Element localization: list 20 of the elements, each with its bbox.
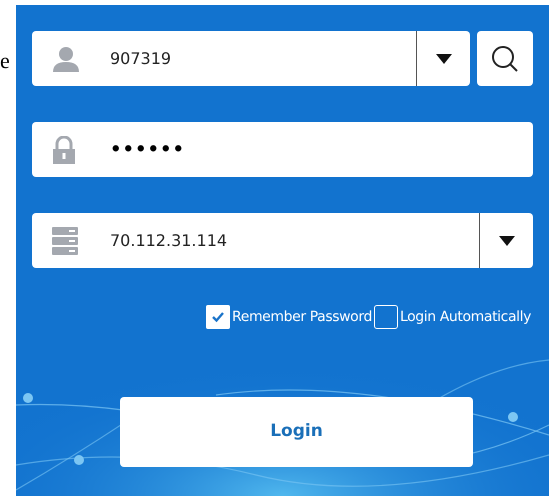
username-field[interactable]: 907319: [32, 31, 470, 86]
login-button[interactable]: Login: [120, 397, 473, 467]
check-icon: [211, 311, 226, 323]
caret-icon: [434, 52, 452, 64]
server-icon: [52, 226, 78, 254]
password-field[interactable]: ••••••: [32, 122, 533, 177]
user-icon: [52, 44, 80, 72]
checkbox[interactable]: [206, 305, 230, 329]
checkbox-label: Login Automatically: [400, 308, 531, 326]
server-field[interactable]: 70.112.31.114: [32, 213, 533, 268]
password-input[interactable]: ••••••: [110, 136, 533, 163]
checkbox-label: Remember Password: [232, 308, 372, 326]
username-input[interactable]: 907319: [110, 46, 416, 70]
server-input[interactable]: 70.112.31.114: [110, 228, 479, 252]
search-button[interactable]: [477, 31, 533, 86]
search-icon: [491, 44, 519, 72]
lock-icon: [52, 136, 76, 164]
checkbox[interactable]: [374, 305, 398, 329]
caret-icon: [498, 234, 516, 246]
side-text: e: [0, 50, 11, 72]
